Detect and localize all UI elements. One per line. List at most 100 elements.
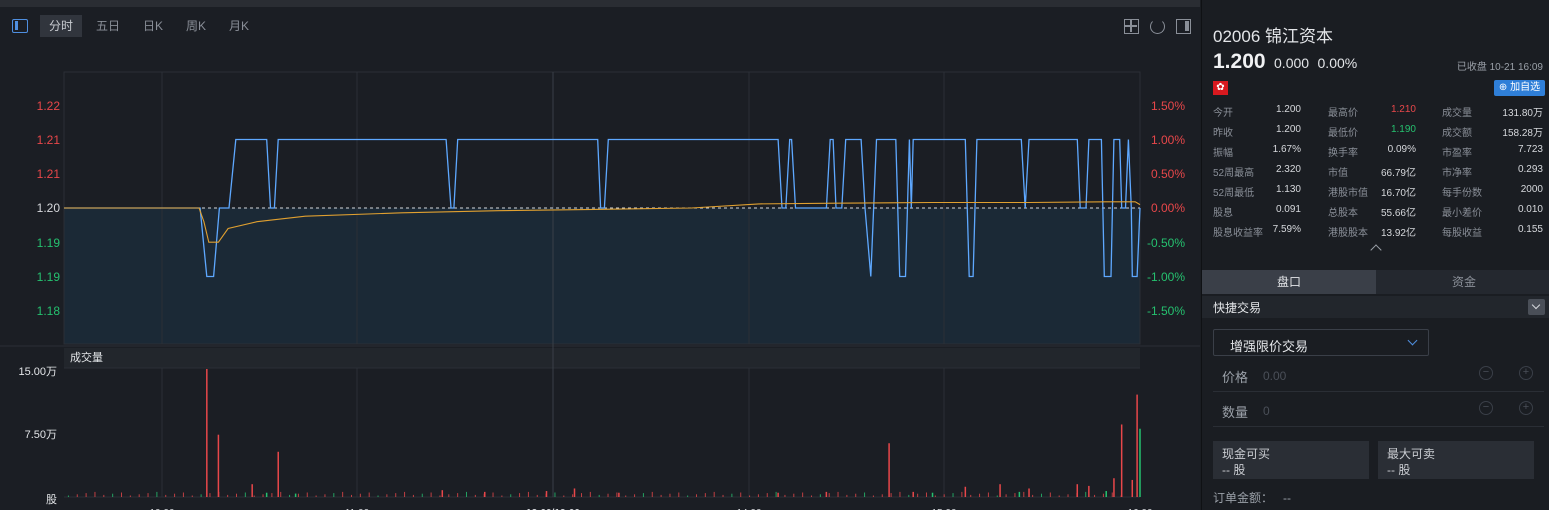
- volume-bar: [1111, 492, 1113, 497]
- volume-bar: [510, 494, 512, 497]
- stat-label: 港股市值: [1328, 188, 1368, 199]
- volume-bar: [987, 492, 989, 497]
- volume-bar: [315, 495, 317, 497]
- tab-daily-k[interactable]: 日K: [134, 15, 172, 37]
- stat-value: 1.67%: [1272, 144, 1301, 155]
- stat-value: 131.80万: [1502, 108, 1543, 119]
- price-input[interactable]: 0.00: [1263, 369, 1286, 383]
- volume-bar: [642, 493, 644, 497]
- volume-bar: [802, 492, 804, 497]
- volume-bar: [448, 494, 450, 497]
- volume-bar: [76, 494, 78, 497]
- volume-header-bg: [64, 348, 1140, 368]
- tab-weekly-k[interactable]: 周K: [177, 15, 215, 37]
- price-tick-label: 1.19: [37, 236, 61, 250]
- panel-tabs: 盘口 资金: [1202, 270, 1549, 294]
- stat-label: 股息: [1213, 208, 1233, 219]
- volume-bar: [342, 491, 344, 497]
- quantity-decrement-button[interactable]: −: [1479, 401, 1493, 415]
- tab-intraday[interactable]: 分时: [40, 15, 82, 37]
- max-sellable-label: 最大可卖: [1387, 447, 1436, 461]
- volume-bar: [359, 493, 361, 497]
- tab-monthly-k[interactable]: 月K: [220, 15, 258, 37]
- add-favorite-button[interactable]: ⊕ 加自选: [1494, 80, 1545, 96]
- stat-value: 0.293: [1517, 164, 1543, 175]
- volume-bar: [94, 491, 96, 497]
- pct-tick-label: -1.00%: [1147, 270, 1185, 284]
- volume-bar: [1102, 493, 1104, 497]
- volume-bar: [678, 492, 680, 497]
- volume-bar: [262, 494, 264, 497]
- volume-bar: [1120, 495, 1122, 497]
- volume-bar: [846, 494, 848, 497]
- chart-panel: 1.22 1.21 1.21 1.20 1.19 1.19 1.18 1.50% 1.00% 0.…: [0, 0, 1200, 510]
- volume-bar: [952, 493, 954, 497]
- volume-bar: [925, 492, 927, 497]
- quantity-input[interactable]: 0: [1263, 404, 1270, 418]
- stat-label: 最小差价: [1442, 208, 1482, 219]
- right-panel-icon[interactable]: [1176, 19, 1191, 34]
- volume-tick-label: 15.00万: [18, 366, 57, 378]
- volume-bar: [890, 493, 892, 497]
- volume-bar: [1105, 491, 1107, 497]
- tab-order-book[interactable]: 盘口: [1202, 270, 1376, 294]
- volume-bar: [174, 493, 176, 497]
- volume-bar: [1136, 394, 1138, 497]
- volume-bar: [1139, 428, 1141, 497]
- quantity-label: 数量: [1222, 405, 1249, 420]
- volume-bar: [731, 493, 733, 497]
- refresh-icon[interactable]: [1150, 19, 1165, 34]
- volume-bar: [439, 495, 441, 497]
- stat-label: 成交量: [1442, 108, 1472, 119]
- volume-bar: [412, 494, 414, 497]
- stock-title: 02006 锦江资本: [1213, 22, 1333, 47]
- stat-label: 昨收: [1213, 128, 1233, 139]
- order-type-select[interactable]: 增强限价交易: [1213, 329, 1429, 356]
- volume-bar: [828, 493, 830, 497]
- tab-five-day[interactable]: 五日: [88, 15, 128, 37]
- volume-bar: [1094, 494, 1096, 497]
- chevron-down-icon[interactable]: [1528, 299, 1545, 315]
- below-close-area: [64, 208, 1140, 344]
- volume-bar: [333, 493, 335, 497]
- volume-bar: [1120, 424, 1123, 497]
- volume-bar: [899, 491, 901, 497]
- volume-bar: [421, 493, 423, 497]
- quantity-increment-button[interactable]: +: [1519, 401, 1533, 415]
- price-increment-button[interactable]: +: [1519, 366, 1533, 380]
- stat-value: 66.79亿: [1380, 168, 1416, 179]
- volume-bar: [235, 493, 237, 497]
- volume-bar: [616, 492, 618, 497]
- volume-bar: [251, 484, 253, 497]
- stock-name: 锦江资本: [1265, 27, 1334, 46]
- volume-bar: [704, 493, 706, 497]
- volume-bar: [527, 491, 529, 497]
- quick-trade-title: 快捷交易: [1213, 301, 1262, 315]
- stat-value: 0.155: [1517, 224, 1543, 235]
- volume-bar: [244, 492, 246, 497]
- price-decrement-button[interactable]: −: [1479, 366, 1493, 380]
- chart-toolbar: 分时 五日 日K 周K 月K: [0, 14, 1200, 38]
- stat-value: 55.66亿: [1380, 208, 1416, 219]
- cash-buyable-box: 现金可买 -- 股: [1213, 441, 1369, 479]
- layout-grid-icon[interactable]: [1124, 19, 1139, 34]
- pct-tick-label: 1.50%: [1151, 99, 1185, 113]
- tab-funds[interactable]: 资金: [1377, 270, 1549, 294]
- stat-value: 16.70亿: [1380, 188, 1416, 199]
- volume-bar: [837, 491, 839, 497]
- pct-tick-label: 0.50%: [1151, 167, 1185, 181]
- volume-bar: [120, 492, 122, 497]
- stats-row: 振幅 1.67% 换手率 0.09% 市盈率 7.723: [1202, 141, 1549, 161]
- volume-bar: [165, 494, 167, 497]
- sidebar-toggle-icon[interactable]: [12, 19, 28, 33]
- volume-bar: [810, 495, 812, 497]
- volume-bar: [191, 495, 193, 497]
- collapse-stats-icon[interactable]: [1370, 244, 1382, 256]
- volume-bar: [777, 492, 779, 497]
- volume-bar: [182, 492, 184, 497]
- quote-panel: 02006 锦江资本 1.200 0.000 0.00% 已收盘 10-21 1…: [1201, 0, 1549, 510]
- volume-bar: [271, 493, 273, 497]
- stat-label: 市值: [1328, 168, 1348, 179]
- volume-bar: [1040, 493, 1042, 497]
- volume-bar: [669, 493, 671, 497]
